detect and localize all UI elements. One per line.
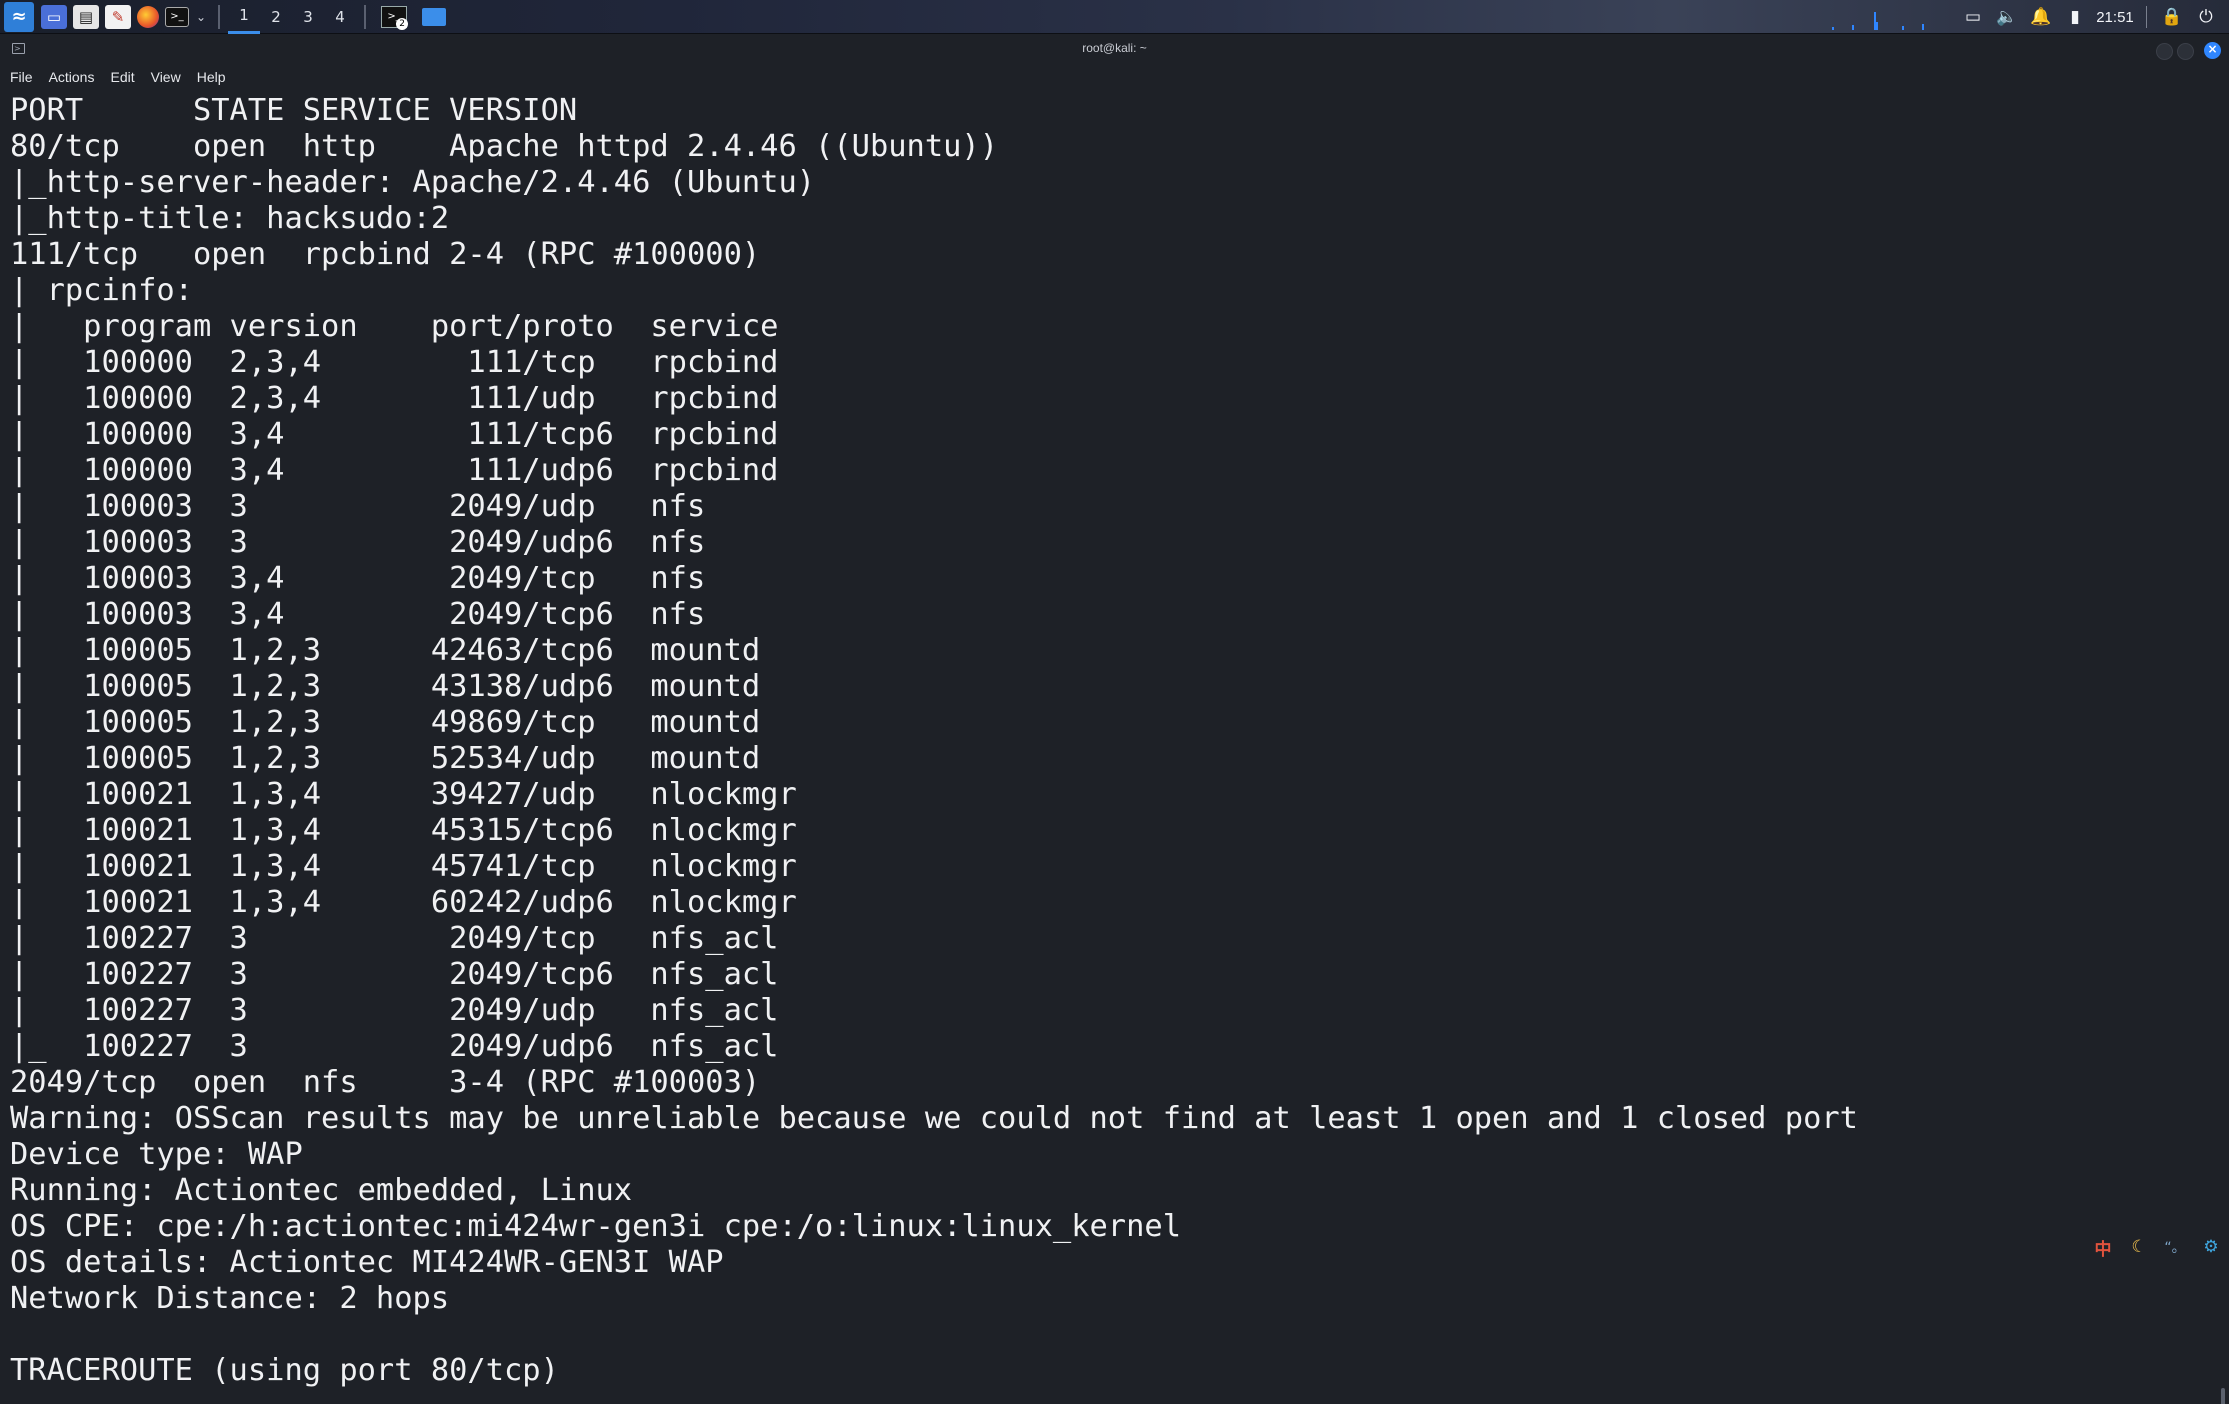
volume-icon[interactable]: 🔈 (1990, 7, 2024, 27)
cpu-graph[interactable] (1812, 2, 1942, 32)
terminal-line: TRACEROUTE (using port 80/tcp) (10, 1353, 559, 1388)
terminal-line: | 100003 3 2049/udp6 nfs (10, 525, 706, 560)
terminal-line: | 100000 3,4 111/udp6 rpcbind (10, 453, 779, 488)
menu-edit[interactable]: Edit (110, 69, 134, 85)
window-title: root@kali: ~ (1082, 41, 1147, 55)
battery-icon[interactable]: ▮ (2058, 7, 2092, 27)
terminal-line: | 100000 2,3,4 111/tcp rpcbind (10, 345, 779, 380)
folder-icon (422, 7, 447, 26)
ime-language-toggle[interactable]: 中 (2085, 1235, 2121, 1260)
panel-left: ≈ ▭ ▤ ✎ >_ ⌄ 1 2 3 4 >_ 2 (0, 0, 454, 34)
terminal-line: 2049/tcp open nfs 3-4 (RPC #100003) (10, 1065, 761, 1100)
terminal-line: PORT STATE SERVICE VERSION (10, 93, 578, 128)
power-icon[interactable]: ⏻ (2189, 7, 2223, 27)
workspace-3[interactable]: 3 (292, 0, 324, 34)
panel-separator (218, 4, 221, 29)
close-button[interactable]: × (2204, 42, 2221, 59)
terminal-line: | 100005 1,2,3 42463/tcp6 mountd (10, 633, 761, 668)
terminal-line: Running: Actiontec embedded, Linux (10, 1173, 633, 1208)
panel-separator (364, 4, 367, 29)
taskbar-terminal-button[interactable]: >_ 2 (374, 0, 414, 34)
terminal-line: 80/tcp open http Apache httpd 2.4.46 ((U… (10, 129, 999, 164)
menu-bar: File Actions Edit View Help (0, 66, 2229, 88)
terminal-line: | 100005 1,2,3 49869/tcp mountd (10, 705, 761, 740)
menu-file[interactable]: File (10, 69, 33, 85)
chevron-down-icon[interactable]: ⌄ (196, 10, 206, 24)
terminal-launcher-icon[interactable]: >_ (165, 6, 189, 27)
ime-punctuation-toggle[interactable]: “。 (2157, 1237, 2193, 1257)
terminal-line: | 100003 3,4 2049/tcp6 nfs (10, 597, 706, 632)
window-count-badge: 2 (396, 17, 409, 30)
terminal-line: | 100021 1,3,4 39427/udp nlockmgr (10, 777, 797, 812)
menu-actions[interactable]: Actions (49, 69, 95, 85)
terminal-line: | 100003 3,4 2049/tcp nfs (10, 561, 706, 596)
clock[interactable]: 21:51 (2092, 9, 2138, 26)
menu-view[interactable]: View (151, 69, 181, 85)
terminal-line: | rpcinfo: (10, 273, 193, 308)
terminal-line: Device type: WAP (10, 1137, 303, 1172)
terminal-line: |_http-title: hacksudo:2 (10, 201, 450, 236)
terminal-line: | 100005 1,2,3 43138/udp6 mountd (10, 669, 761, 704)
workspace-4[interactable]: 4 (324, 0, 356, 34)
kali-menu-icon[interactable]: ≈ (4, 1, 34, 32)
terminal-line: |_ 100227 3 2049/udp6 nfs_acl (10, 1029, 779, 1064)
terminal-line: OS CPE: cpe:/h:actiontec:mi424wr-gen3i c… (10, 1209, 1181, 1244)
workspace-2[interactable]: 2 (260, 0, 292, 34)
terminal-line: | 100000 3,4 111/tcp6 rpcbind (10, 417, 779, 452)
menu-help[interactable]: Help (197, 69, 226, 85)
scrollbar[interactable] (2221, 1388, 2225, 1404)
text-editor-icon[interactable]: ✎ (105, 4, 131, 29)
panel-right: ▭ 🔈 🔔 ▮ 21:51 🔒 ⏻ (1812, 0, 2229, 34)
terminal-line: OS details: Actiontec MI424WR-GEN3I WAP (10, 1245, 724, 1280)
minimize-button[interactable] (2156, 43, 2173, 60)
maximize-button[interactable] (2177, 43, 2194, 60)
firefox-icon[interactable] (137, 5, 159, 28)
workspace-1[interactable]: 1 (228, 0, 261, 34)
terminal-line: | 100000 2,3,4 111/udp rpcbind (10, 381, 779, 416)
terminal-line: | 100021 1,3,4 60242/udp6 nlockmgr (10, 885, 797, 920)
terminal-line: | 100227 3 2049/udp nfs_acl (10, 993, 779, 1028)
terminal-line: 111/tcp open rpcbind 2-4 (RPC #100000) (10, 237, 761, 272)
terminal-lines: PORT STATE SERVICE VERSION 80/tcp open ht… (10, 93, 1858, 1389)
gear-icon[interactable]: ⚙ (2193, 1237, 2229, 1257)
file-manager-icon[interactable]: ▤ (73, 4, 99, 29)
moon-icon[interactable]: ☾ (2121, 1237, 2157, 1257)
lock-icon[interactable]: 🔒 (2155, 7, 2189, 27)
terminal-line: Warning: OSScan results may be unreliabl… (10, 1101, 1858, 1136)
terminal-line: |_http-server-header: Apache/2.4.46 (Ubu… (10, 165, 816, 200)
top-panel: ≈ ▭ ▤ ✎ >_ ⌄ 1 2 3 4 >_ 2 ▭ 🔈 🔔 ▮ 21:51 … (0, 0, 2229, 34)
terminal-line: | 100227 3 2049/tcp6 nfs_acl (10, 957, 779, 992)
panel-separator (2146, 6, 2147, 28)
terminal-line: | program version port/proto service (10, 309, 779, 344)
show-desktop-icon[interactable]: ▭ (41, 4, 67, 29)
terminal-line: | 100021 1,3,4 45315/tcp6 nlockmgr (10, 813, 797, 848)
terminal-line: | 100227 3 2049/tcp nfs_acl (10, 921, 779, 956)
terminal-output[interactable]: PORT STATE SERVICE VERSION 80/tcp open ht… (0, 88, 2229, 1404)
terminal-line: | 100005 1,2,3 52534/udp mountd (10, 741, 761, 776)
ime-toolbar: 中 ☾ “。 ⚙ (2085, 1230, 2229, 1264)
terminal-line: | 100021 1,3,4 45741/tcp nlockmgr (10, 849, 797, 884)
display-icon[interactable]: ▭ (1956, 7, 1990, 27)
window-titlebar[interactable]: > root@kali: ~ × (0, 34, 2229, 66)
taskbar-folder-button[interactable] (414, 0, 454, 34)
terminal-line: | 100003 3 2049/udp nfs (10, 489, 706, 524)
terminal-line: Network Distance: 2 hops (10, 1281, 450, 1316)
notifications-bell-icon[interactable]: 🔔 (2024, 7, 2058, 27)
